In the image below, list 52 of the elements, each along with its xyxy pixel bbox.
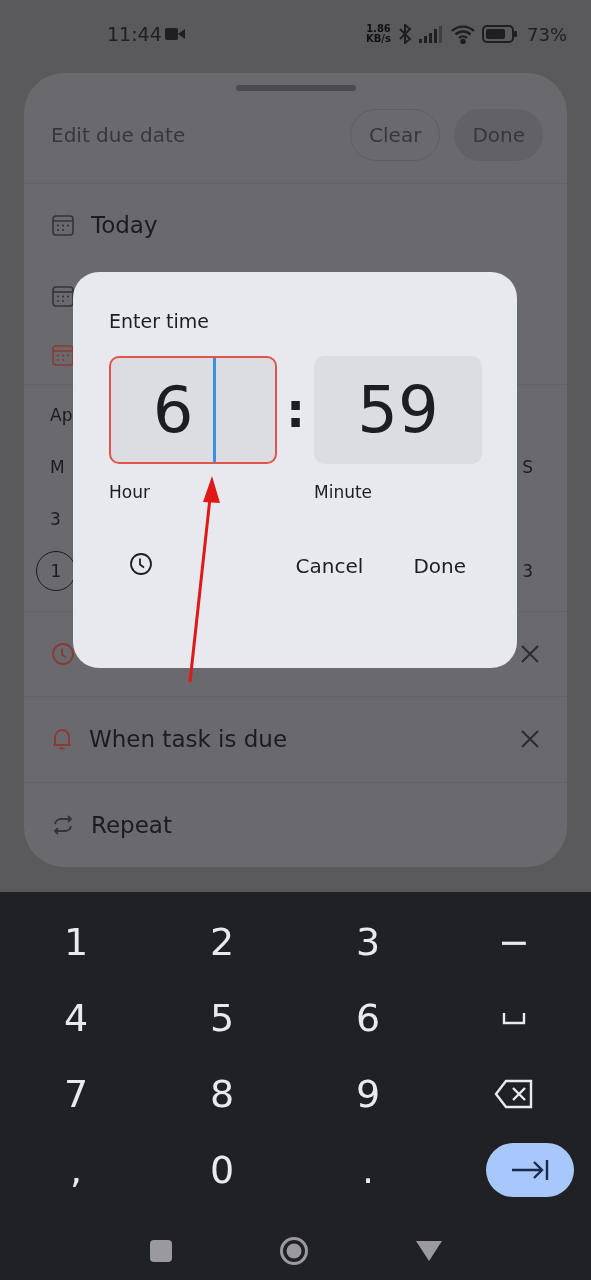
keyboard-key[interactable]: 9 [355, 1072, 381, 1116]
keyboard-key[interactable]: . [361, 1148, 375, 1192]
clock-mode-icon[interactable] [129, 552, 153, 576]
clock-icon [51, 641, 75, 666]
next-key[interactable] [486, 1143, 574, 1197]
field-caption: Hour [109, 482, 151, 502]
calendar-icon [51, 283, 75, 308]
keyboard-key[interactable]: − [498, 920, 530, 964]
cancel-button[interactable]: Cancel [279, 546, 380, 586]
home-icon[interactable] [278, 1236, 309, 1266]
hour-field[interactable]: 6 [109, 356, 277, 464]
minute-field[interactable]: 59 [314, 356, 482, 464]
calendar-icon [51, 213, 75, 238]
keyboard-key[interactable]: 3 [355, 920, 381, 964]
bluetooth-icon [398, 24, 412, 44]
keyboard-key[interactable]: 7 [63, 1072, 89, 1116]
keyboard-key[interactable]: 6 [355, 996, 381, 1040]
wifi-icon [450, 24, 476, 44]
keyboard-key[interactable]: 4 [63, 996, 89, 1040]
tab-arrow-icon [510, 1158, 550, 1182]
weekday-label: S [522, 457, 533, 478]
bell-icon [51, 727, 73, 752]
due-option[interactable] [51, 283, 75, 308]
back-icon[interactable] [414, 1240, 443, 1262]
network-unit: KB/s [366, 34, 391, 44]
weekday-label: M [50, 457, 65, 478]
space-key-icon[interactable] [502, 1011, 526, 1025]
battery-percent: 73% [527, 23, 567, 45]
close-icon[interactable] [520, 729, 540, 750]
recents-icon[interactable] [148, 1239, 173, 1263]
clock-time: 11:44 [107, 23, 162, 45]
repeat-icon [51, 812, 75, 837]
network-speed: 1.86 [366, 24, 391, 34]
battery-icon [482, 25, 518, 43]
keyboard-key[interactable]: 5 [209, 996, 235, 1040]
keyboard-key[interactable]: , [69, 1148, 83, 1192]
due-option[interactable] [51, 342, 75, 367]
time-separator: : [284, 381, 307, 440]
keyboard-key[interactable]: 0 [209, 1148, 235, 1192]
keyboard-key[interactable]: 8 [209, 1072, 235, 1116]
keyboard-key[interactable]: 2 [209, 920, 235, 964]
month-label: Ap [50, 405, 73, 428]
calendar-icon [51, 342, 75, 367]
close-icon[interactable] [520, 643, 540, 664]
video-camera-icon [164, 27, 185, 41]
drag-handle[interactable] [235, 85, 356, 91]
field-caption: Minute [314, 482, 374, 502]
dialog-title: Enter time [109, 310, 210, 334]
keyboard-key[interactable]: 1 [63, 920, 89, 964]
backspace-icon[interactable] [494, 1079, 534, 1109]
signal-icon [418, 25, 444, 43]
done-button[interactable]: Done [397, 546, 482, 586]
